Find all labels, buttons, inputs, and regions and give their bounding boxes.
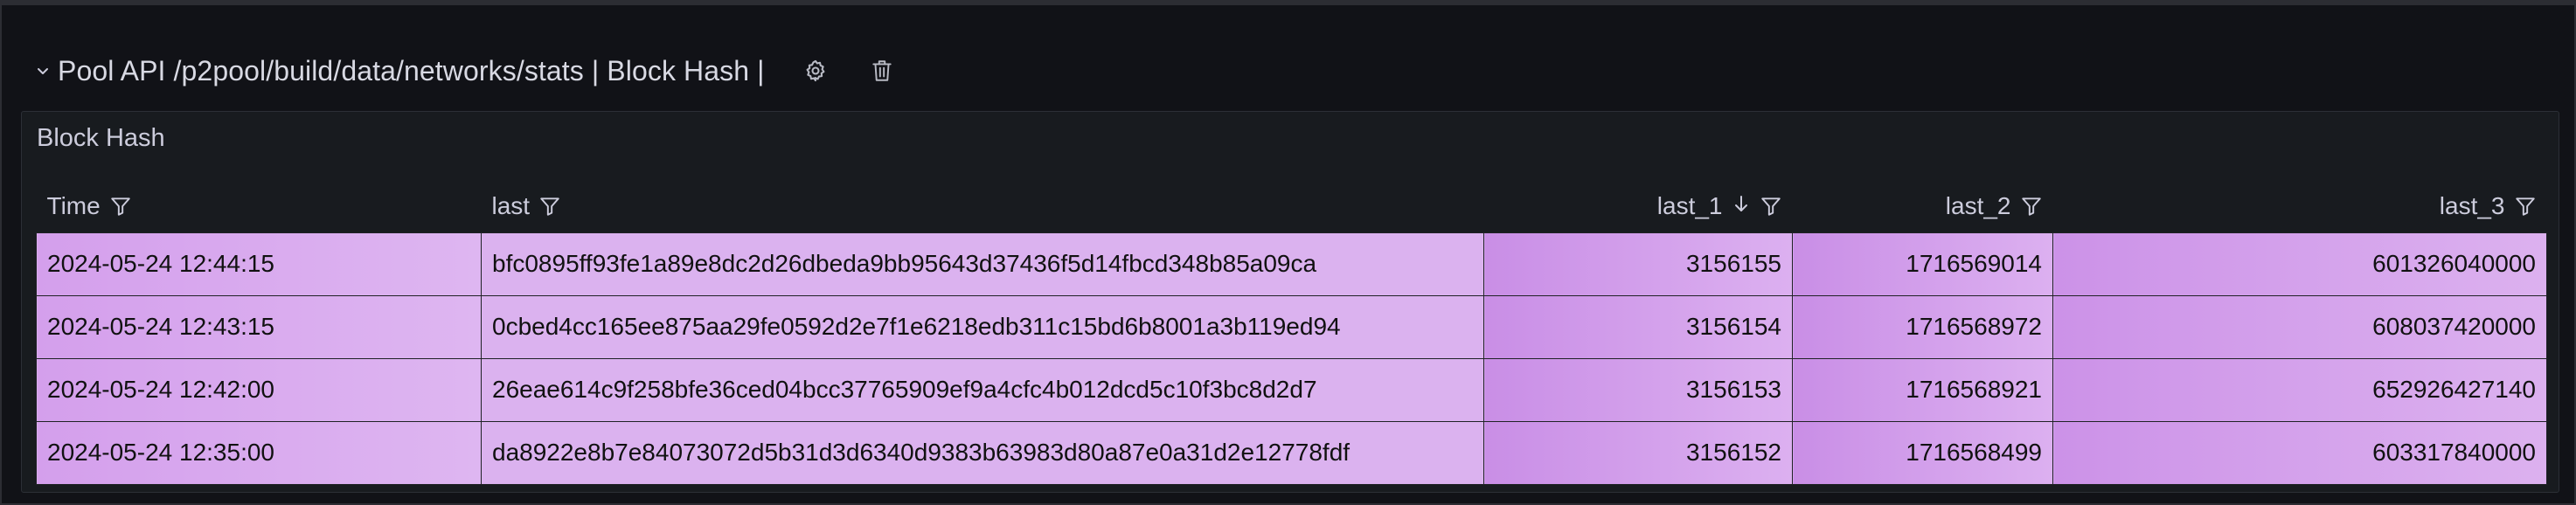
cell-last: 0cbed4cc165ee875aa29fe0592d2e7f1e6218edb… xyxy=(481,294,1484,359)
cell-last-3: 601326040000 xyxy=(2052,232,2547,296)
row-title[interactable]: Pool API /p2pool/build/data/networks/sta… xyxy=(58,55,765,87)
column-header-last-2[interactable]: last_2 xyxy=(1793,180,2053,232)
cell-last-2: 1716568499 xyxy=(1792,420,2053,485)
column-header-last-3[interactable]: last_3 xyxy=(2053,180,2547,232)
filter-icon[interactable] xyxy=(2020,195,2043,218)
cell-last-2: 1716569014 xyxy=(1792,232,2053,296)
arrow-down-icon xyxy=(1732,192,1751,220)
cell-last: 26eae614c9f258bfe36ced04bcc37765909ef9a4… xyxy=(481,357,1484,422)
cell-last-1: 3156155 xyxy=(1483,232,1793,296)
cell-last: da8922e8b7e84073072d5b31d3d6340d9383b639… xyxy=(481,420,1484,485)
block-hash-panel: Block Hash Time last last_1 last_2 last_… xyxy=(21,111,2559,493)
cell-last-2: 1716568921 xyxy=(1792,357,2053,422)
trash-icon[interactable] xyxy=(866,55,898,86)
filter-icon[interactable] xyxy=(2514,195,2537,218)
dashboard-frame: Pool API /p2pool/build/data/networks/sta… xyxy=(0,0,2576,505)
cell-last-1: 3156152 xyxy=(1483,420,1793,485)
table-row[interactable]: 2024-05-24 12:44:15 bfc0895ff93fe1a89e8d… xyxy=(36,232,2547,296)
cell-last-1: 3156154 xyxy=(1483,294,1793,359)
cell-last-3: 603317840000 xyxy=(2052,420,2547,485)
table-row[interactable]: 2024-05-24 12:42:00 26eae614c9f258bfe36c… xyxy=(36,357,2547,422)
dashboard-row-header: Pool API /p2pool/build/data/networks/sta… xyxy=(31,47,898,94)
cell-last-2: 1716568972 xyxy=(1792,294,2053,359)
table-row[interactable]: 2024-05-24 12:43:15 0cbed4cc165ee875aa29… xyxy=(36,294,2547,359)
cell-last-3: 652926427140 xyxy=(2052,357,2547,422)
cell-time: 2024-05-24 12:44:15 xyxy=(36,232,482,296)
column-header-time[interactable]: Time xyxy=(37,180,482,232)
gear-icon[interactable] xyxy=(800,55,831,86)
cell-time: 2024-05-24 12:35:00 xyxy=(36,420,482,485)
panel-title: Block Hash xyxy=(37,124,165,152)
cell-last-3: 608037420000 xyxy=(2052,294,2547,359)
filter-icon[interactable] xyxy=(538,195,561,218)
chevron-down-icon[interactable] xyxy=(31,59,54,82)
cell-last-1: 3156153 xyxy=(1483,357,1793,422)
table-header-row: Time last last_1 last_2 last_3 xyxy=(37,180,2547,232)
data-table: Time last last_1 last_2 last_3 2024-05-2… xyxy=(36,180,2547,485)
cell-last: bfc0895ff93fe1a89e8dc2d26dbeda9bb95643d3… xyxy=(481,232,1484,296)
cell-time: 2024-05-24 12:42:00 xyxy=(36,357,482,422)
filter-icon[interactable] xyxy=(1760,195,1782,218)
column-header-last[interactable]: last xyxy=(482,180,1484,232)
column-header-last-1[interactable]: last_1 xyxy=(1484,180,1793,232)
table-row[interactable]: 2024-05-24 12:35:00 da8922e8b7e84073072d… xyxy=(36,420,2547,485)
filter-icon[interactable] xyxy=(109,195,132,218)
cell-time: 2024-05-24 12:43:15 xyxy=(36,294,482,359)
